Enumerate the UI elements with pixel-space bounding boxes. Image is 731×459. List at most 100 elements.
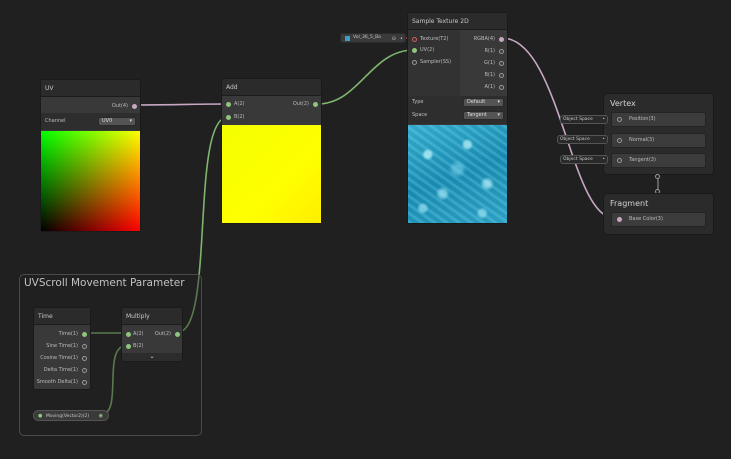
add-in-a-port[interactable] — [226, 102, 231, 107]
fragment-context[interactable]: Fragment Base Color(3) — [603, 193, 714, 235]
normal-space-value: Object Space — [560, 137, 590, 142]
time-out-smooth-port[interactable] — [82, 380, 87, 385]
sample-space-label: Space — [412, 112, 428, 118]
moving-property-label: Moving(Vector2)(2) — [45, 414, 90, 419]
multiply-node-title: Multiply — [122, 308, 182, 325]
chevron-down-icon: ⌄ — [149, 353, 155, 360]
sample-type-value: Default — [467, 99, 486, 105]
time-out-smooth-label: Smooth Delta(1) — [36, 379, 78, 385]
add-out-label: Out(2) — [292, 101, 309, 107]
sample-out-a-port[interactable] — [499, 85, 504, 90]
time-out-delta-label: Delta Time(1) — [43, 367, 78, 373]
sample-out-r-port[interactable] — [499, 49, 504, 54]
time-out-sine-label: Sine Time(1) — [46, 343, 78, 349]
tangent-port[interactable] — [617, 158, 622, 163]
multiply-expand-bar[interactable]: ⌄ — [122, 353, 182, 361]
multiply-in-a-label: A(2) — [133, 331, 144, 337]
chevron-down-icon: ▾ — [497, 112, 500, 118]
tangent-label: Tangent(3) — [629, 157, 656, 163]
object-picker-icon[interactable]: ⊙ — [392, 35, 396, 43]
normal-space-field[interactable]: Object Space • — [557, 135, 608, 144]
multiply-in-b-label: B(2) — [133, 343, 144, 349]
sample-out-g-port[interactable] — [499, 61, 504, 66]
sample-in-uv-port[interactable] — [412, 48, 417, 53]
texture-asset-name: Vol_36_5_Ba — [353, 35, 381, 40]
uv-out-label: Out(4) — [111, 103, 128, 109]
multiply-in-a-port[interactable] — [126, 332, 131, 337]
multiply-node[interactable]: Multiply A(2) B(2) Out(2) ⌄ — [121, 307, 183, 362]
vertex-context[interactable]: Vertex Position(3) Normal(3) Tangent(3) — [603, 93, 714, 175]
uv-node[interactable]: UV Out(4) Channel UV0 ▾ — [40, 79, 141, 232]
texture-asset-field[interactable]: Vol_36_5_Ba ⊙ • — [340, 33, 406, 43]
add-out-port[interactable] — [313, 102, 318, 107]
texture-out-port-icon[interactable]: • — [400, 35, 403, 43]
sample-out-b-label: B(1) — [484, 72, 495, 78]
uv-node-title: UV — [41, 80, 140, 97]
uv-channel-dropdown[interactable]: UV0 ▾ — [98, 117, 136, 126]
moving-out-port[interactable]: ◉ — [99, 411, 103, 421]
time-out-time-port[interactable] — [82, 332, 87, 337]
fragment-title: Fragment — [610, 199, 649, 208]
vertex-position-block[interactable]: Position(3) — [611, 112, 706, 127]
sample-out-rgba-label: RGBA(4) — [473, 36, 495, 42]
moving-property-node[interactable]: ● Moving(Vector2)(2) ◉ — [33, 410, 109, 421]
multiply-out-label: Out(2) — [154, 331, 171, 337]
wire-sample-to-basecolor — [501, 37, 615, 219]
stack-connector-top-icon — [655, 174, 660, 179]
tangent-space-value: Object Space — [563, 157, 593, 162]
sample-out-r-label: R(1) — [484, 48, 495, 54]
sample-texture-node[interactable]: Sample Texture 2D Texture(T2) UV(2) Samp… — [407, 12, 508, 224]
time-out-cosine-port[interactable] — [82, 356, 87, 361]
property-dot-icon: ● — [38, 413, 43, 419]
uv-channel-label: Channel — [45, 118, 66, 124]
texture-thumbnail-icon — [345, 36, 350, 41]
add-preview — [222, 125, 321, 223]
fragment-basecolor-block[interactable]: Base Color(3) — [611, 212, 706, 227]
add-in-b-port[interactable] — [226, 115, 231, 120]
uv-channel-value: UV0 — [102, 118, 113, 124]
sample-out-b-port[interactable] — [499, 73, 504, 78]
add-node[interactable]: Add A(2) B(2) Out(2) — [221, 78, 322, 224]
sample-space-dropdown[interactable]: Tangent ▾ — [463, 111, 504, 120]
sample-node-title: Sample Texture 2D — [408, 13, 507, 30]
sample-out-a-label: A(1) — [484, 84, 495, 90]
position-space-value: Object Space — [563, 117, 593, 122]
normal-port[interactable] — [617, 138, 622, 143]
space-port-icon: • — [602, 137, 605, 142]
position-port[interactable] — [617, 117, 622, 122]
multiply-out-port[interactable] — [175, 332, 180, 337]
sample-in-sampler-label: Sampler(SS) — [420, 59, 452, 65]
time-node[interactable]: Time Time(1) Sine Time(1) Cosine Time(1)… — [33, 307, 91, 390]
sample-texture-preview — [408, 125, 507, 223]
sample-type-label: Type — [412, 99, 424, 105]
add-in-b-label: B(2) — [234, 114, 245, 120]
wire-uv-to-add-a — [135, 103, 229, 106]
position-label: Position(3) — [629, 116, 656, 122]
group-title[interactable]: UVScroll Movement Parameter — [24, 277, 185, 289]
uv-out-port[interactable] — [132, 104, 137, 109]
position-space-field[interactable]: Object Space • — [560, 115, 608, 124]
multiply-in-b-port[interactable] — [126, 344, 131, 349]
sample-out-rgba-port[interactable] — [499, 37, 504, 42]
space-port-icon: • — [602, 117, 605, 122]
chevron-down-icon: ▾ — [129, 118, 132, 124]
sample-in-uv-label: UV(2) — [420, 47, 435, 53]
basecolor-port[interactable] — [617, 217, 622, 222]
add-node-title: Add — [222, 79, 321, 96]
sample-type-dropdown[interactable]: Default ▾ — [463, 98, 504, 107]
time-out-time-label: Time(1) — [58, 331, 78, 337]
vertex-tangent-block[interactable]: Tangent(3) — [611, 153, 706, 168]
time-out-cosine-label: Cosine Time(1) — [40, 355, 78, 361]
add-in-a-label: A(2) — [234, 101, 245, 107]
tangent-space-field[interactable]: Object Space • — [560, 155, 608, 164]
time-node-title: Time — [34, 308, 90, 325]
vertex-title: Vertex — [610, 99, 636, 108]
vertex-normal-block[interactable]: Normal(3) — [611, 133, 706, 148]
sample-in-sampler-port[interactable] — [412, 60, 417, 65]
time-out-sine-port[interactable] — [82, 344, 87, 349]
sample-in-texture-port[interactable] — [412, 37, 417, 42]
time-out-delta-port[interactable] — [82, 368, 87, 373]
sample-out-g-label: G(1) — [484, 60, 495, 66]
space-port-icon: • — [602, 157, 605, 162]
sample-space-value: Tangent — [467, 112, 487, 118]
